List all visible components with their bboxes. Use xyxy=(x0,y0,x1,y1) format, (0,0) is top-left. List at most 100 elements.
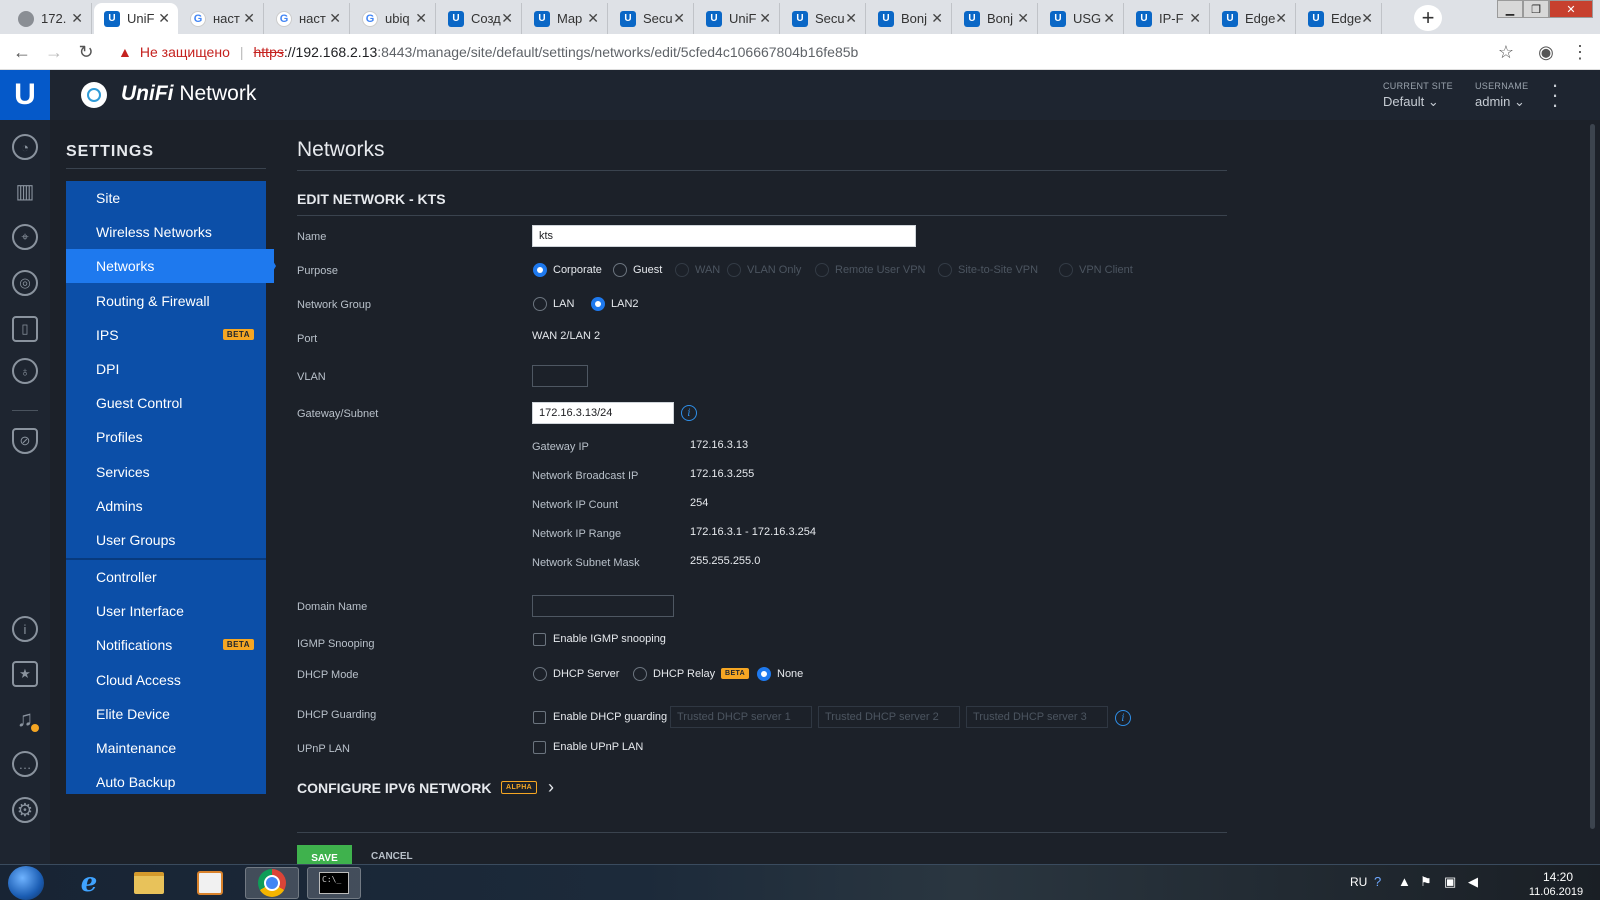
username-selector[interactable]: admin ⌄ xyxy=(1475,94,1525,110)
close-tab-icon[interactable]: ✕ xyxy=(243,10,255,27)
gateway-subnet-input[interactable]: 172.16.3.13/24 xyxy=(532,402,674,424)
close-tab-icon[interactable]: ✕ xyxy=(673,10,685,27)
settings-item-auto-backup[interactable]: Auto Backup xyxy=(66,765,266,799)
chevron-right-icon[interactable]: › xyxy=(548,777,554,798)
close-tab-icon[interactable]: ✕ xyxy=(71,10,83,27)
settings-item-networks[interactable]: Networks xyxy=(66,249,274,284)
dhcp-none-radio[interactable] xyxy=(757,667,771,681)
shield-icon[interactable]: ⊘ xyxy=(12,428,38,454)
close-tab-icon[interactable]: ✕ xyxy=(158,10,170,27)
browser-tab[interactable]: U UniF ✕ xyxy=(94,3,178,34)
trusted-dhcp-server-2-input[interactable]: Trusted DHCP server 2 xyxy=(818,706,960,728)
settings-item-services[interactable]: Services xyxy=(66,455,266,489)
page-scrollbar[interactable] xyxy=(1590,124,1595,829)
browser-tab[interactable]: U UniF ✕ xyxy=(696,3,780,34)
settings-item-user-groups[interactable]: User Groups xyxy=(66,523,266,557)
network-group-radio-lan2[interactable] xyxy=(591,297,605,311)
close-tab-icon[interactable]: ✕ xyxy=(931,10,943,27)
reload-icon[interactable]: ↻ xyxy=(74,40,98,64)
command-prompt-icon[interactable]: C:\_ xyxy=(307,867,361,899)
ubiquiti-logo[interactable]: U xyxy=(0,70,50,120)
settings-item-profiles[interactable]: Profiles xyxy=(66,420,266,454)
purpose-radio-vlan-only[interactable] xyxy=(727,263,741,277)
settings-item-routing-firewall[interactable]: Routing & Firewall xyxy=(66,284,266,318)
name-input[interactable]: kts xyxy=(532,225,916,247)
insights-icon[interactable]: ♁ xyxy=(12,358,38,384)
purpose-radio-wan[interactable] xyxy=(675,263,689,277)
close-tab-icon[interactable]: ✕ xyxy=(1361,10,1373,27)
purpose-radio-vpn-client[interactable] xyxy=(1059,263,1073,277)
close-tab-icon[interactable]: ✕ xyxy=(759,10,771,27)
settings-item-dpi[interactable]: DPI xyxy=(66,352,266,386)
url-omnibox[interactable]: ▲ Не защищено | https://192.168.2.13:844… xyxy=(110,38,1480,66)
domain-name-input[interactable] xyxy=(532,595,674,617)
settings-item-cloud-access[interactable]: Cloud Access xyxy=(66,663,266,697)
close-tab-icon[interactable]: ✕ xyxy=(329,10,341,27)
close-tab-icon[interactable]: ✕ xyxy=(1189,10,1201,27)
maximize-button[interactable]: ❐ xyxy=(1523,0,1549,18)
settings-item-ips[interactable]: IPS BETA xyxy=(66,318,266,352)
purpose-radio-site-to-site-vpn[interactable] xyxy=(938,263,952,277)
network-group-radio-lan[interactable] xyxy=(533,297,547,311)
forward-icon[interactable]: → xyxy=(42,40,66,64)
browser-tab[interactable]: U Edge ✕ xyxy=(1298,3,1382,34)
language-indicator[interactable]: RU xyxy=(1350,875,1367,889)
settings-item-controller[interactable]: Controller xyxy=(66,560,266,594)
clock-time[interactable]: 14:20 xyxy=(1533,870,1583,884)
browser-tab[interactable]: U Map ✕ xyxy=(524,3,608,34)
upnp-lan-checkbox[interactable] xyxy=(533,741,546,754)
dashboard-icon[interactable]: ◔ xyxy=(12,134,38,160)
trusted-dhcp-server-1-input[interactable]: Trusted DHCP server 1 xyxy=(670,706,812,728)
close-window-button[interactable]: ✕ xyxy=(1549,0,1593,18)
configure-ipv6-link[interactable]: CONFIGURE IPV6 NETWORK xyxy=(297,780,491,796)
statistics-icon[interactable]: ▥ xyxy=(12,178,38,204)
close-tab-icon[interactable]: ✕ xyxy=(1103,10,1115,27)
settings-item-notifications[interactable]: Notifications BETA xyxy=(66,628,266,662)
file-explorer-icon[interactable] xyxy=(122,867,176,899)
clients-icon[interactable]: ▯ xyxy=(12,316,38,342)
info-icon[interactable]: i xyxy=(12,616,38,642)
settings-item-guest-control[interactable]: Guest Control xyxy=(66,386,266,420)
browser-tab[interactable]: U Bonj ✕ xyxy=(868,3,952,34)
browser-tab[interactable]: Gнаст ✕ xyxy=(266,3,350,34)
browser-tab[interactable]: U USG ✕ xyxy=(1040,3,1124,34)
chrome-icon[interactable] xyxy=(245,867,299,899)
close-tab-icon[interactable]: ✕ xyxy=(501,10,513,27)
volume-icon[interactable]: ◀ xyxy=(1468,874,1478,890)
cancel-button[interactable]: CANCEL xyxy=(371,851,413,863)
save-button[interactable]: SAVE xyxy=(297,845,352,865)
close-tab-icon[interactable]: ✕ xyxy=(1275,10,1287,27)
profile-icon[interactable]: ◉ xyxy=(1534,40,1558,64)
settings-item-wireless-networks[interactable]: Wireless Networks xyxy=(66,215,266,249)
purpose-radio-guest[interactable] xyxy=(613,263,627,277)
settings-item-admins[interactable]: Admins xyxy=(66,489,266,523)
action-center-flag-icon[interactable]: ⚑ xyxy=(1420,874,1432,890)
settings-item-user-interface[interactable]: User Interface xyxy=(66,594,266,628)
purpose-radio-corporate[interactable] xyxy=(533,263,547,277)
browser-tab[interactable]: U Созд ✕ xyxy=(438,3,522,34)
minimize-button[interactable]: ▁ xyxy=(1497,0,1523,18)
settings-item-site[interactable]: Site xyxy=(66,181,266,215)
igmp-snooping-checkbox[interactable] xyxy=(533,633,546,646)
chat-icon[interactable]: … xyxy=(12,751,38,777)
more-options-icon[interactable]: · · · xyxy=(1550,74,1560,116)
browser-tab[interactable]: U Bonj ✕ xyxy=(954,3,1038,34)
dhcp-relay-radio[interactable] xyxy=(633,667,647,681)
dhcp-guarding-checkbox[interactable] xyxy=(533,711,546,724)
new-tab-button[interactable]: + xyxy=(1414,5,1442,31)
map-icon[interactable]: ⌖ xyxy=(12,224,38,250)
media-player-icon[interactable] xyxy=(183,867,237,899)
browser-tab[interactable]: Gubiq ✕ xyxy=(352,3,436,34)
tray-expand-icon[interactable]: ▲ xyxy=(1398,874,1411,889)
close-tab-icon[interactable]: ✕ xyxy=(415,10,427,27)
settings-item-maintenance[interactable]: Maintenance xyxy=(66,731,266,765)
browser-menu-icon[interactable]: ⋮ xyxy=(1568,40,1592,64)
bookmark-star-icon[interactable]: ☆ xyxy=(1494,40,1518,64)
current-site-selector[interactable]: Default ⌄ xyxy=(1383,94,1439,110)
network-icon[interactable]: ▣ xyxy=(1444,874,1456,890)
gear-icon[interactable]: ⚙ xyxy=(12,797,38,823)
info-icon[interactable]: i xyxy=(1115,710,1131,726)
browser-tab[interactable]: Gнаст ✕ xyxy=(180,3,264,34)
vlan-input[interactable] xyxy=(532,365,588,387)
purpose-radio-remote-user-vpn[interactable] xyxy=(815,263,829,277)
